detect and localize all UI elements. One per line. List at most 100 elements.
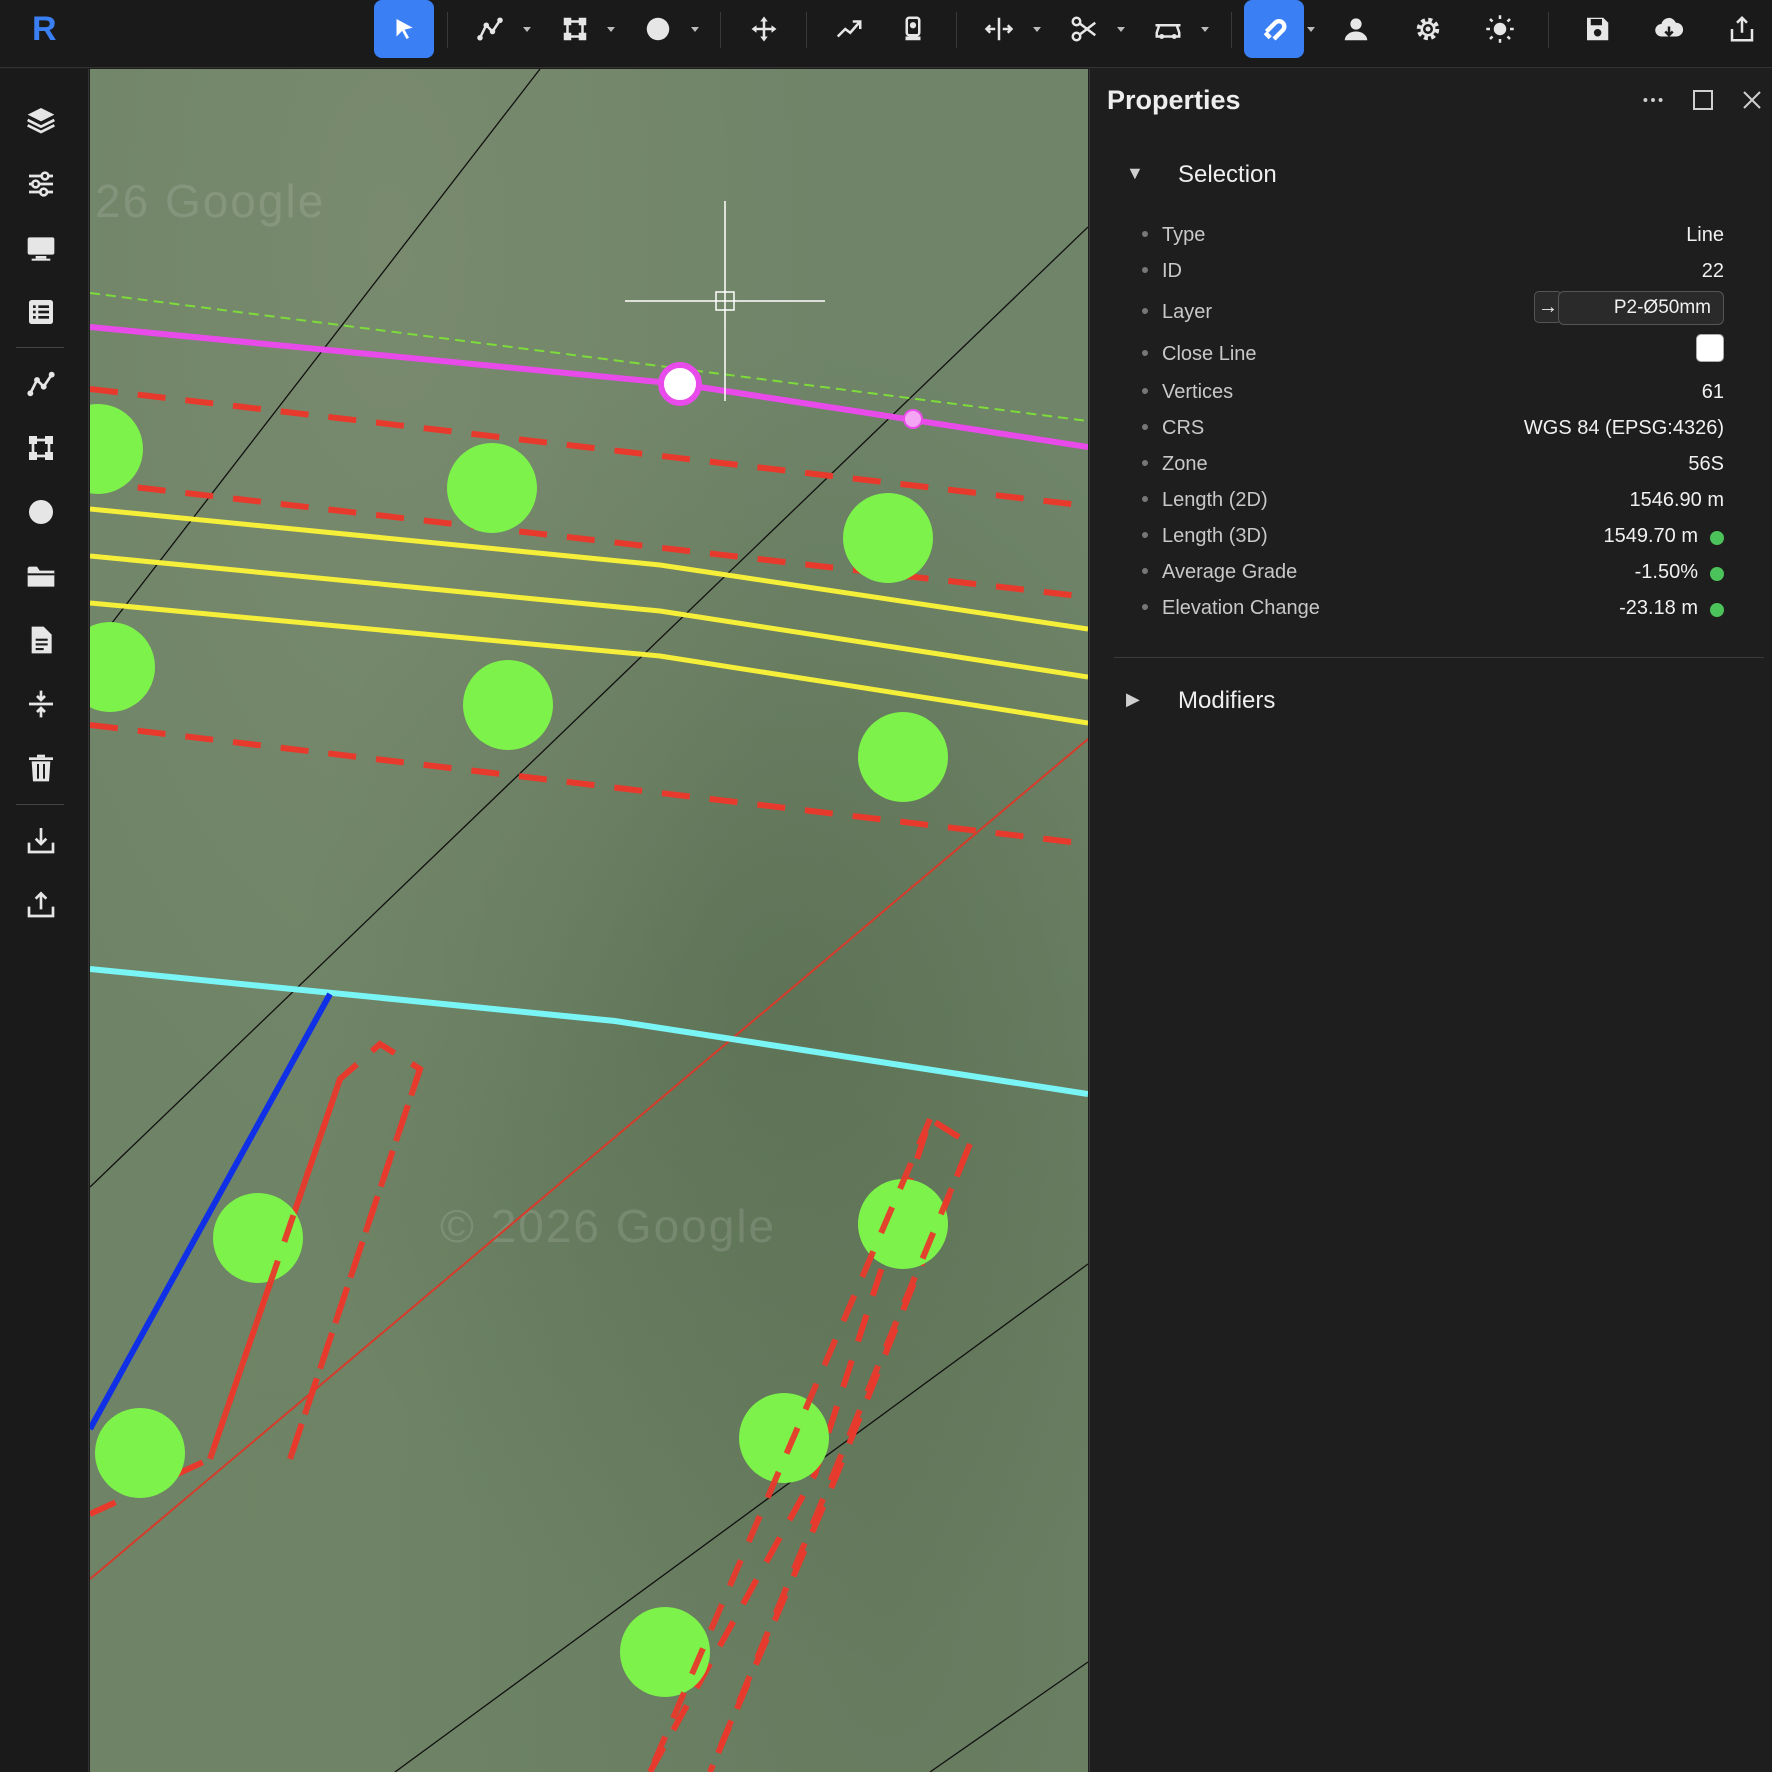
polyline-dropdown-caret[interactable] <box>520 22 534 36</box>
save-button[interactable] <box>1577 0 1617 58</box>
panel-title: Properties <box>1107 85 1241 115</box>
crosshair-cursor <box>625 201 825 401</box>
circle-icon <box>646 17 670 41</box>
bullet <box>1142 532 1148 538</box>
prop-value-type: Line <box>1686 224 1724 246</box>
prop-label: Zone <box>1162 453 1208 475</box>
save-disk-icon <box>1587 17 1609 41</box>
polyline-icon <box>477 17 503 41</box>
sidebar-item-layers[interactable] <box>20 99 62 141</box>
prop-label: Vertices <box>1162 381 1234 403</box>
survey-tool-button[interactable] <box>893 0 933 58</box>
sliders-icon <box>29 171 53 197</box>
panel-more-button[interactable] <box>1638 85 1668 115</box>
snap-dropdown-caret[interactable] <box>1304 22 1318 36</box>
dashes-overlay <box>207 1068 973 1772</box>
status-dot-icon <box>1710 531 1724 545</box>
settings-button[interactable] <box>1408 0 1448 58</box>
split-dropdown-caret[interactable] <box>1030 22 1044 36</box>
prop-value-vertices: 61 <box>1701 381 1724 403</box>
total-station-icon <box>905 16 921 41</box>
prop-value-length-2d: 1546.90 m <box>1629 489 1724 511</box>
point-tool-button[interactable] <box>638 0 678 58</box>
sidebar-item-merge[interactable] <box>20 683 62 725</box>
move-tool-button[interactable] <box>744 0 784 58</box>
bullet <box>1142 460 1148 466</box>
polygon-tool-button[interactable] <box>555 0 595 58</box>
selection-collapse-toggle[interactable]: ▼ <box>1126 163 1144 184</box>
snap-tool-button[interactable] <box>1244 0 1304 58</box>
selected-line[interactable] <box>90 324 1088 450</box>
bullet <box>1142 267 1148 273</box>
map-canvas[interactable]: 26 Google © 2026 Google <box>90 69 1088 1772</box>
selected-vertex-handle[interactable] <box>658 362 702 406</box>
sidebar-item-draw-polygon[interactable] <box>20 427 62 469</box>
sidebar-item-table[interactable] <box>20 291 62 333</box>
close-line-checkbox[interactable] <box>1696 334 1724 362</box>
point-dropdown-caret[interactable] <box>688 22 702 36</box>
select-tool-button[interactable] <box>374 0 434 58</box>
guide-dashed-line <box>90 292 1088 422</box>
split-tool-button[interactable] <box>979 0 1019 58</box>
prop-label: Average Grade <box>1162 561 1298 583</box>
vehicle-dropdown-caret[interactable] <box>1198 22 1212 36</box>
sun-icon <box>1486 15 1514 43</box>
prop-label: Layer <box>1162 301 1213 323</box>
upload-tray-icon <box>27 891 55 918</box>
cut-tool-button[interactable] <box>1064 0 1104 58</box>
sidebar-item-delete[interactable] <box>20 747 62 789</box>
prop-row-id: ID 22 <box>1142 254 1734 290</box>
prop-value-zone: 56S <box>1688 453 1724 475</box>
prop-row-elevation-change: Elevation Change -23.18 m <box>1142 591 1734 627</box>
theme-button[interactable] <box>1480 0 1520 58</box>
polyline-tool-button[interactable] <box>470 0 510 58</box>
share-upload-icon <box>1730 15 1754 42</box>
polyline-icon <box>27 371 55 397</box>
selection-section-heading[interactable]: Selection <box>1178 161 1277 189</box>
modifiers-section-heading[interactable]: Modifiers <box>1178 687 1275 715</box>
prop-label: Length (3D) <box>1162 525 1268 547</box>
left-sidebar <box>0 69 89 1772</box>
sidebar-item-document[interactable] <box>20 619 62 661</box>
user-icon <box>1344 18 1368 41</box>
prop-label: Elevation Change <box>1162 597 1320 619</box>
cut-dropdown-caret[interactable] <box>1114 22 1128 36</box>
cyan-line <box>90 966 1088 1097</box>
profile-tool-button[interactable] <box>829 0 869 58</box>
user-button[interactable] <box>1336 0 1376 58</box>
sidebar-separator <box>16 347 64 348</box>
layers-icon <box>27 108 55 134</box>
midpoint-handle[interactable] <box>903 409 923 429</box>
prop-row-crs: CRS WGS 84 (EPSG:4326) <box>1142 411 1734 447</box>
sidebar-item-export[interactable] <box>20 883 62 925</box>
prop-label: Close Line <box>1162 343 1257 365</box>
folder-icon <box>27 566 55 587</box>
prop-label: Length (2D) <box>1162 489 1268 511</box>
cloud-download-button[interactable] <box>1648 0 1690 58</box>
export-button[interactable] <box>1722 0 1762 58</box>
prop-row-layer: Layer → P2-Ø50mm <box>1142 291 1734 327</box>
panel-maximize-button[interactable] <box>1688 85 1718 115</box>
sidebar-item-display[interactable] <box>20 227 62 269</box>
bullet <box>1142 568 1148 574</box>
top-toolbar: R <box>0 0 1772 68</box>
bullet <box>1142 308 1148 314</box>
bullet <box>1142 388 1148 394</box>
sidebar-item-draw-line[interactable] <box>20 363 62 405</box>
sidebar-item-adjustments[interactable] <box>20 163 62 205</box>
panel-close-button[interactable] <box>1737 85 1767 115</box>
prop-label: Type <box>1162 224 1206 246</box>
sidebar-item-draw-point[interactable] <box>20 491 62 533</box>
monitor-icon <box>27 237 55 261</box>
vehicle-icon <box>1155 24 1181 39</box>
bullet <box>1142 496 1148 502</box>
modifiers-expand-toggle[interactable]: ▶ <box>1126 689 1140 710</box>
vehicle-tool-button[interactable] <box>1148 0 1188 58</box>
layer-select[interactable]: P2-Ø50mm <box>1558 291 1724 325</box>
polygon-dropdown-caret[interactable] <box>604 22 618 36</box>
sidebar-item-open-folder[interactable] <box>20 555 62 597</box>
prop-value-length-3d: 1549.70 m <box>1603 525 1698 547</box>
sidebar-item-import[interactable] <box>20 819 62 861</box>
parcel-boundary-lines <box>90 69 1088 1772</box>
bullet <box>1142 350 1148 356</box>
